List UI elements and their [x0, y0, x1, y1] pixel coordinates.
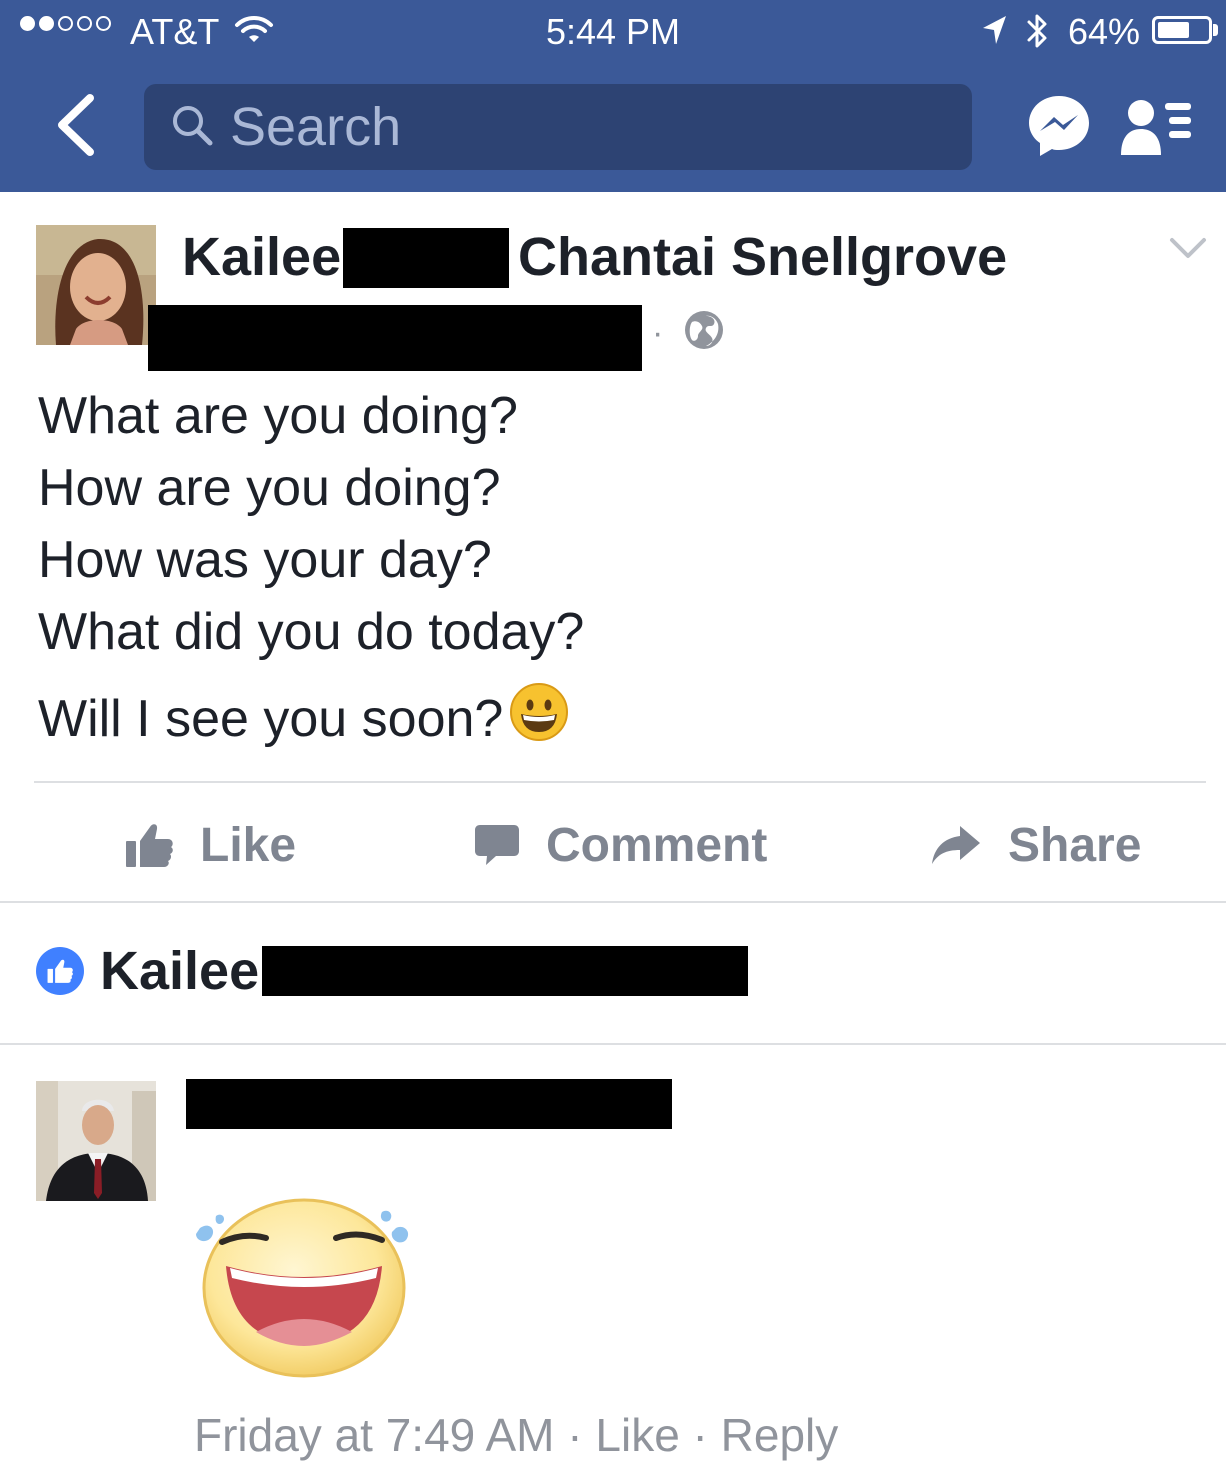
post-text-line: How was your day?: [38, 531, 492, 589]
divider: [0, 1043, 1226, 1045]
liker-name: Kailee: [100, 941, 260, 1001]
like-reaction-icon: [36, 947, 84, 995]
location-arrow-icon: [980, 14, 1008, 53]
battery-icon: [1152, 16, 1212, 44]
battery-tip: [1213, 24, 1218, 36]
divider: [34, 781, 1206, 783]
thumbs-up-icon: [126, 824, 173, 867]
divider: [0, 901, 1226, 903]
share-label: Share: [1008, 818, 1142, 872]
comment-meta: Friday at 7:49 AM · Like · Reply: [194, 1408, 838, 1462]
commenter-avatar[interactable]: [36, 1081, 156, 1201]
laughing-face-icon: [196, 1198, 409, 1378]
comment-reply-link[interactable]: Reply: [721, 1409, 839, 1461]
bluetooth-icon: [1025, 10, 1051, 57]
post-text-line: How are you doing?: [38, 459, 501, 517]
battery-level: [1158, 22, 1189, 38]
author-avatar[interactable]: [36, 225, 156, 345]
post-text-line: Will I see you soon?: [38, 689, 504, 748]
like-button[interactable]: Like: [124, 808, 296, 882]
author-name-first[interactable]: Kailee: [182, 226, 341, 288]
meta-separator: ·: [652, 314, 664, 352]
battery-percent: 64%: [1068, 11, 1141, 52]
messenger-button[interactable]: [1026, 93, 1092, 164]
friend-requests-button[interactable]: [1121, 97, 1193, 160]
comment-timestamp[interactable]: Friday at 7:49 AM: [194, 1409, 555, 1461]
post-text-line-last: Will I see you soon?: [38, 682, 569, 755]
comment-button[interactable]: Comment: [474, 808, 767, 882]
meta-separator: ·: [679, 1409, 721, 1461]
laughing-sticker: [186, 1192, 418, 1387]
redaction-bar: [186, 1079, 672, 1129]
redaction-bar: [343, 228, 509, 288]
comment-label: Comment: [546, 818, 768, 872]
post-options-button[interactable]: [1168, 236, 1208, 267]
messenger-icon: [1029, 96, 1089, 156]
comment-like-link[interactable]: Like: [595, 1409, 679, 1461]
chevron-down-icon: [1170, 238, 1206, 258]
globe-icon: [684, 310, 724, 355]
search-icon: [170, 103, 214, 152]
share-button[interactable]: Share: [930, 808, 1141, 882]
grinning-emoji-icon: [509, 682, 569, 755]
post-text-line: What did you do today?: [38, 603, 585, 661]
chevron-left-icon: [58, 94, 94, 156]
post-text-line: What are you doing?: [38, 387, 518, 445]
reactions-summary[interactable]: Kailee: [36, 940, 259, 1002]
back-button[interactable]: [50, 92, 100, 163]
search-input[interactable]: [230, 96, 930, 158]
author-name-rest[interactable]: Chantai Snellgrove: [518, 226, 1007, 288]
speech-bubble-icon: [475, 825, 519, 865]
share-arrow-icon: [932, 826, 980, 864]
friend-requests-icon: [1121, 100, 1191, 155]
meta-separator: ·: [554, 1409, 596, 1461]
search-bar[interactable]: [144, 84, 972, 170]
like-label: Like: [200, 818, 297, 872]
redaction-bar: [148, 305, 642, 371]
redaction-bar: [262, 946, 748, 996]
